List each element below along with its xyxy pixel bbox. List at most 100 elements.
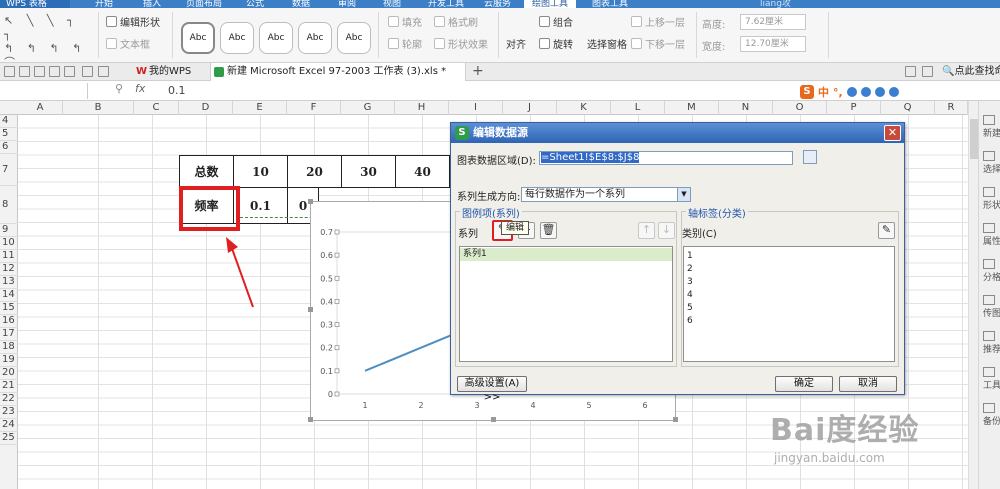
category-item[interactable]: 3: [687, 277, 693, 287]
undo-icon[interactable]: [82, 66, 93, 77]
cell-h7[interactable]: 40: [395, 155, 450, 188]
tab-review[interactable]: 审阅: [338, 0, 356, 8]
col-header-l[interactable]: L: [611, 101, 665, 115]
mic-icon[interactable]: [860, 87, 871, 97]
row-header-20[interactable]: 20: [0, 367, 18, 380]
tab-data[interactable]: 数据: [292, 0, 310, 8]
row-header-13[interactable]: 13: [0, 276, 18, 289]
row-header-6[interactable]: 6: [0, 141, 18, 154]
side-item-split[interactable]: 分格: [983, 259, 1000, 283]
ime-toolbar[interactable]: S 中 °,: [800, 84, 899, 100]
row-header-9[interactable]: 9: [0, 224, 18, 237]
shape-style-5[interactable]: Abc: [337, 22, 371, 54]
tab-cloud[interactable]: 云服务: [484, 0, 511, 8]
side-item-new[interactable]: 新建: [983, 115, 1000, 139]
ime-mode[interactable]: 中: [818, 84, 829, 100]
export-pdf-icon[interactable]: [64, 66, 75, 77]
cell-g7[interactable]: 30: [341, 155, 396, 188]
col-header-m[interactable]: M: [665, 101, 719, 115]
save-icon[interactable]: [19, 66, 30, 77]
shape-style-2[interactable]: Abc: [220, 22, 254, 54]
scrollbar-thumb[interactable]: [970, 119, 978, 159]
send-backward-button[interactable]: 下移一层: [631, 36, 685, 51]
tab-wps[interactable]: WPS 表格: [6, 0, 47, 8]
side-item-shape[interactable]: 形状: [983, 187, 1000, 211]
side-item-properties[interactable]: 属性: [983, 223, 1000, 247]
side-item-backup[interactable]: 备份: [983, 403, 1000, 427]
col-header-f[interactable]: F: [287, 101, 341, 115]
close-button[interactable]: ✕: [884, 125, 901, 141]
row-header-24[interactable]: 24: [0, 419, 18, 432]
text-box-button[interactable]: 文本框: [106, 36, 150, 51]
width-input[interactable]: 12.70厘米: [740, 36, 806, 52]
cell-f7[interactable]: 20: [287, 155, 342, 188]
selection-pane-button[interactable]: 选择窗格: [587, 36, 627, 51]
row-header-14[interactable]: 14: [0, 289, 18, 302]
row-header-4[interactable]: 4: [0, 115, 18, 128]
panel-icon[interactable]: [922, 66, 933, 77]
row-header-23[interactable]: 23: [0, 406, 18, 419]
col-header-o[interactable]: O: [773, 101, 827, 115]
group-button[interactable]: 组合: [539, 14, 573, 29]
resize-handle[interactable]: [308, 417, 313, 422]
redo-icon[interactable]: [98, 66, 109, 77]
axis-handle[interactable]: [334, 368, 340, 374]
shape-gallery[interactable]: ↖ ╲ ╲ ┐ ┐ ↰ ↰ ↰ ↰ ⌒ ⌒ ⌒ ∽ ∿ ⌇: [4, 14, 90, 97]
data-range-input[interactable]: =Sheet1!$E$8:$J$8: [539, 151, 793, 165]
col-header-b[interactable]: B: [63, 101, 134, 115]
tab-page-layout[interactable]: 页面布局: [186, 0, 222, 8]
col-header-e[interactable]: E: [233, 101, 287, 115]
col-header-k[interactable]: K: [557, 101, 611, 115]
formula-input[interactable]: 0.1: [168, 84, 186, 97]
shape-style-1[interactable]: Abc: [181, 22, 215, 54]
row-header-12[interactable]: 12: [0, 263, 18, 276]
skin-icon[interactable]: [888, 87, 899, 97]
new-file-icon[interactable]: [4, 66, 15, 77]
col-header-r[interactable]: R: [935, 101, 968, 115]
delete-series-button[interactable]: 🗑: [540, 222, 557, 239]
row-header-25[interactable]: 25: [0, 432, 18, 445]
series-list-item[interactable]: 系列1: [460, 248, 672, 261]
tab-formulas[interactable]: 公式: [246, 0, 264, 8]
category-item[interactable]: 1: [687, 251, 693, 261]
zoom-icon[interactable]: ⚲: [115, 82, 123, 95]
side-item-tools[interactable]: 工具: [983, 367, 1000, 391]
col-header-i[interactable]: I: [449, 101, 503, 115]
row-header-17[interactable]: 17: [0, 328, 18, 341]
row-header-10[interactable]: 10: [0, 237, 18, 250]
edit-category-button[interactable]: ✎: [878, 222, 895, 239]
print-icon[interactable]: [34, 66, 45, 77]
rotate-button[interactable]: 旋转: [539, 36, 573, 51]
advanced-settings-button[interactable]: 高级设置(A) >>: [457, 376, 527, 403]
category-listbox[interactable]: 1 2 3 4 5 6: [683, 246, 895, 362]
category-item[interactable]: 5: [687, 303, 693, 313]
move-down-button[interactable]: ↓: [658, 222, 675, 239]
cell-d7[interactable]: 总数: [179, 155, 234, 188]
col-header-p[interactable]: P: [827, 101, 881, 115]
bring-forward-button[interactable]: 上移一层: [631, 14, 685, 29]
row-header-21[interactable]: 21: [0, 380, 18, 393]
tab-my-wps[interactable]: W 我的WPS: [133, 63, 211, 81]
axis-handle[interactable]: [334, 322, 340, 327]
new-tab-button[interactable]: +: [472, 63, 484, 80]
axis-handle[interactable]: [334, 299, 340, 304]
col-header-g[interactable]: G: [341, 101, 395, 115]
axis-handle[interactable]: [334, 229, 340, 235]
category-item[interactable]: 6: [687, 316, 693, 326]
shape-effects-button[interactable]: 形状效果: [434, 36, 488, 51]
category-item[interactable]: 2: [687, 264, 693, 274]
col-header-c[interactable]: C: [134, 101, 179, 115]
tab-developer[interactable]: 开发工具: [428, 0, 464, 8]
resize-handle[interactable]: [673, 417, 678, 422]
align-button[interactable]: 对齐: [506, 36, 526, 51]
shape-style-3[interactable]: Abc: [259, 22, 293, 54]
axis-handle[interactable]: [334, 252, 340, 258]
keyboard-icon[interactable]: [874, 87, 885, 97]
col-header-a[interactable]: A: [18, 101, 63, 115]
col-header-j[interactable]: J: [503, 101, 557, 115]
tab-view[interactable]: 视图: [383, 0, 401, 8]
row-header-8[interactable]: 8: [0, 186, 18, 224]
axis-handle[interactable]: [334, 391, 340, 397]
row-header-15[interactable]: 15: [0, 302, 18, 315]
col-header-q[interactable]: Q: [881, 101, 935, 115]
